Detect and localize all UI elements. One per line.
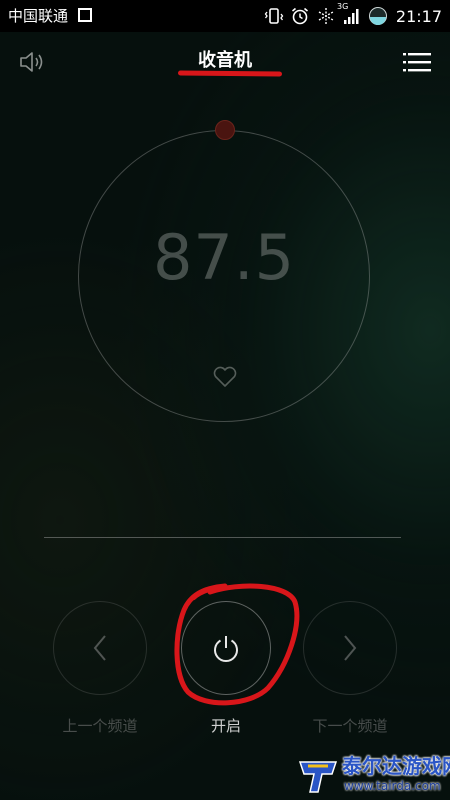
power-button[interactable] (181, 601, 271, 695)
tuning-dial-knob[interactable] (215, 120, 235, 140)
menu-icon[interactable] (403, 50, 431, 74)
prev-channel-button[interactable] (53, 601, 147, 695)
status-icons: 21:17 (264, 5, 442, 27)
watermark-logo-icon (298, 761, 338, 793)
clock: 21:17 (395, 6, 442, 26)
divider (44, 537, 401, 538)
watermark-url: www.tairda.com (344, 779, 441, 793)
page-title: 收音机 (198, 50, 252, 71)
power-label: 开启 (210, 717, 241, 735)
next-channel-label: 下一个频道 (312, 717, 388, 735)
signal-icon (343, 9, 359, 24)
status-bar: 中国联通 3G 21:17 (0, 0, 450, 32)
chevron-left-icon (93, 635, 106, 661)
watermark: 泰尔达游戏网 www.tairda.com (296, 752, 450, 798)
frequency-display: 87.5 (152, 221, 296, 294)
speaker-icon[interactable] (18, 49, 46, 75)
alarm-icon (291, 7, 308, 25)
battery-icon (368, 7, 387, 25)
chevron-right-icon (344, 635, 357, 661)
prev-channel-label: 上一个频道 (62, 717, 138, 735)
heart-icon[interactable] (211, 364, 239, 390)
watermark-site-name: 泰尔达游戏网 (342, 754, 450, 778)
power-icon (214, 636, 238, 662)
vibrate-icon (264, 8, 284, 24)
title-annotation-underline (177, 70, 283, 77)
gallery-icon (78, 8, 92, 22)
data-sync-icon (318, 8, 334, 24)
next-channel-button[interactable] (303, 601, 397, 695)
carrier-name: 中国联通 (8, 7, 69, 25)
